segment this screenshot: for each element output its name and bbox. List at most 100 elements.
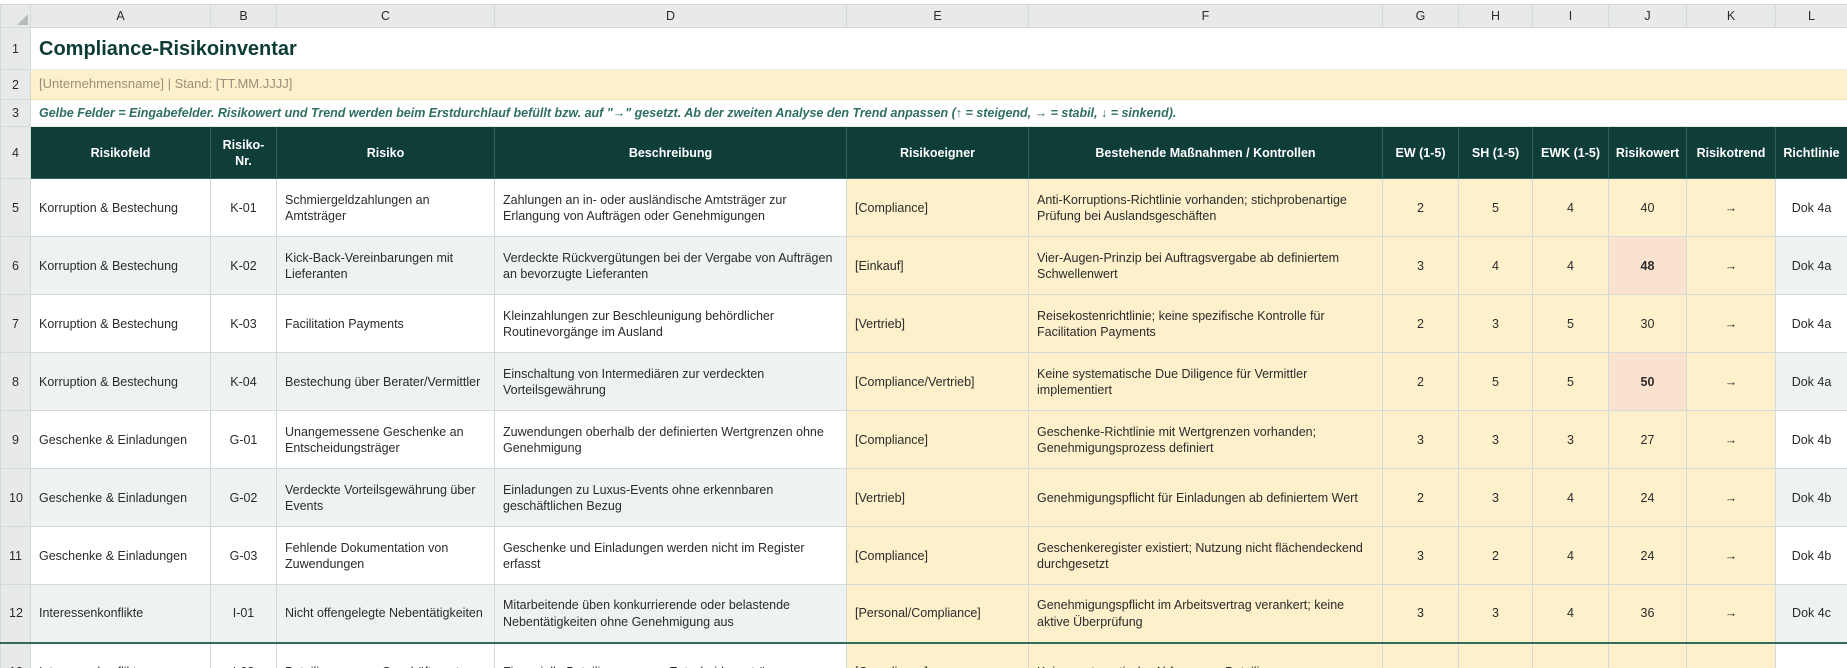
row-header-1[interactable]: 1: [0, 27, 31, 71]
cell-A12[interactable]: Interessenkonflikte: [30, 584, 211, 644]
cell-F5[interactable]: Anti-Korruptions-Richtlinie vorhanden; s…: [1028, 178, 1383, 238]
cell-J11[interactable]: 24: [1608, 526, 1687, 586]
cell-A6[interactable]: Korruption & Bestechung: [30, 236, 211, 296]
cell-B12[interactable]: I-01: [210, 584, 277, 644]
note-cell[interactable]: Gelbe Felder = Eingabefelder. Risikowert…: [30, 99, 1847, 128]
cell-K10[interactable]: →: [1686, 468, 1776, 528]
cell-G10[interactable]: 2: [1382, 468, 1459, 528]
cell-A7[interactable]: Korruption & Bestechung: [30, 294, 211, 354]
row-header-8[interactable]: 8: [0, 352, 31, 412]
cell-C6[interactable]: Kick-Back-Vereinbarungen mit Lieferanten: [276, 236, 495, 296]
column-header-F[interactable]: F: [1028, 3, 1383, 29]
cell-J5[interactable]: 40: [1608, 178, 1687, 238]
cell-B13[interactable]: I-02: [210, 641, 277, 668]
cell-I11[interactable]: 4: [1532, 526, 1609, 586]
row-header-6[interactable]: 6: [0, 236, 31, 296]
select-all-corner[interactable]: [0, 3, 31, 29]
column-header-H[interactable]: H: [1458, 3, 1533, 29]
cell-G6[interactable]: 3: [1382, 236, 1459, 296]
cell-K5[interactable]: →: [1686, 178, 1776, 238]
cell-C7[interactable]: Facilitation Payments: [276, 294, 495, 354]
cell-D5[interactable]: Zahlungen an in- oder ausländische Amtst…: [494, 178, 847, 238]
cell-E7[interactable]: [Vertrieb]: [846, 294, 1029, 354]
cell-B5[interactable]: K-01: [210, 178, 277, 238]
cell-J7[interactable]: 30: [1608, 294, 1687, 354]
row-header-10[interactable]: 10: [0, 468, 31, 528]
column-header-G[interactable]: G: [1382, 3, 1459, 29]
cell-G13[interactable]: [1382, 641, 1459, 668]
cell-H6[interactable]: 4: [1458, 236, 1533, 296]
cell-H10[interactable]: 3: [1458, 468, 1533, 528]
cell-J12[interactable]: 36: [1608, 584, 1687, 644]
cell-E13[interactable]: [Compliance]: [846, 641, 1029, 668]
cell-J10[interactable]: 24: [1608, 468, 1687, 528]
cell-L11[interactable]: Dok 4b: [1775, 526, 1847, 586]
cell-B11[interactable]: G-03: [210, 526, 277, 586]
cell-H11[interactable]: 2: [1458, 526, 1533, 586]
cell-B9[interactable]: G-01: [210, 410, 277, 470]
cell-L9[interactable]: Dok 4b: [1775, 410, 1847, 470]
column-header-I[interactable]: I: [1532, 3, 1609, 29]
cell-A10[interactable]: Geschenke & Einladungen: [30, 468, 211, 528]
cell-L10[interactable]: Dok 4b: [1775, 468, 1847, 528]
cell-J13[interactable]: [1608, 641, 1687, 668]
cell-I12[interactable]: 4: [1532, 584, 1609, 644]
cell-G5[interactable]: 2: [1382, 178, 1459, 238]
cell-L12[interactable]: Dok 4c: [1775, 584, 1847, 644]
row-header-9[interactable]: 9: [0, 410, 31, 470]
column-header-E[interactable]: E: [846, 3, 1029, 29]
cell-C13[interactable]: Beteiligungen an Geschäftspartnern: [276, 641, 495, 668]
cell-F13[interactable]: Keine systematische Abfrage von Beteilig…: [1028, 641, 1383, 668]
cell-H12[interactable]: 3: [1458, 584, 1533, 644]
cell-I6[interactable]: 4: [1532, 236, 1609, 296]
cell-E5[interactable]: [Compliance]: [846, 178, 1029, 238]
cell-I7[interactable]: 5: [1532, 294, 1609, 354]
title-cell[interactable]: Compliance-Risikoinventar: [30, 27, 1847, 71]
cell-K12[interactable]: →: [1686, 584, 1776, 644]
cell-D11[interactable]: Geschenke und Einladungen werden nicht i…: [494, 526, 847, 586]
cell-A8[interactable]: Korruption & Bestechung: [30, 352, 211, 412]
cell-J9[interactable]: 27: [1608, 410, 1687, 470]
cell-L13[interactable]: [1775, 641, 1847, 668]
subtitle-cell[interactable]: [Unternehmensname] | Stand: [TT.MM.JJJJ]: [30, 69, 1847, 101]
cell-E9[interactable]: [Compliance]: [846, 410, 1029, 470]
cell-D12[interactable]: Mitarbeitende üben konkurrierende oder b…: [494, 584, 847, 644]
column-header-B[interactable]: B: [210, 3, 277, 29]
row-header-12[interactable]: 12: [0, 584, 31, 644]
cell-F12[interactable]: Genehmigungspflicht im Arbeitsvertrag ve…: [1028, 584, 1383, 644]
cell-E11[interactable]: [Compliance]: [846, 526, 1029, 586]
cell-E6[interactable]: [Einkauf]: [846, 236, 1029, 296]
row-header-7[interactable]: 7: [0, 294, 31, 354]
cell-E8[interactable]: [Compliance/Vertrieb]: [846, 352, 1029, 412]
row-header-11[interactable]: 11: [0, 526, 31, 586]
cell-H7[interactable]: 3: [1458, 294, 1533, 354]
column-header-A[interactable]: A: [30, 3, 211, 29]
column-header-L[interactable]: L: [1775, 3, 1847, 29]
row-header-2[interactable]: 2: [0, 69, 31, 101]
cell-K7[interactable]: →: [1686, 294, 1776, 354]
cell-G11[interactable]: 3: [1382, 526, 1459, 586]
cell-C11[interactable]: Fehlende Dokumentation von Zuwendungen: [276, 526, 495, 586]
cell-H5[interactable]: 5: [1458, 178, 1533, 238]
cell-C8[interactable]: Bestechung über Berater/Vermittler: [276, 352, 495, 412]
cell-I13[interactable]: [1532, 641, 1609, 668]
cell-I10[interactable]: 4: [1532, 468, 1609, 528]
cell-D13[interactable]: Finanzielle Beteiligungen von Entscheidu…: [494, 641, 847, 668]
column-header-C[interactable]: C: [276, 3, 495, 29]
cell-I9[interactable]: 3: [1532, 410, 1609, 470]
cell-K8[interactable]: →: [1686, 352, 1776, 412]
column-header-K[interactable]: K: [1686, 3, 1776, 29]
cell-I5[interactable]: 4: [1532, 178, 1609, 238]
cell-B8[interactable]: K-04: [210, 352, 277, 412]
cell-G9[interactable]: 3: [1382, 410, 1459, 470]
row-header-13[interactable]: 13: [0, 641, 31, 668]
cell-D8[interactable]: Einschaltung von Intermediären zur verde…: [494, 352, 847, 412]
row-header-3[interactable]: 3: [0, 99, 31, 128]
cell-L5[interactable]: Dok 4a: [1775, 178, 1847, 238]
column-header-D[interactable]: D: [494, 3, 847, 29]
cell-B10[interactable]: G-02: [210, 468, 277, 528]
cell-L8[interactable]: Dok 4a: [1775, 352, 1847, 412]
cell-A11[interactable]: Geschenke & Einladungen: [30, 526, 211, 586]
cell-F11[interactable]: Geschenkeregister existiert; Nutzung nic…: [1028, 526, 1383, 586]
cell-B7[interactable]: K-03: [210, 294, 277, 354]
